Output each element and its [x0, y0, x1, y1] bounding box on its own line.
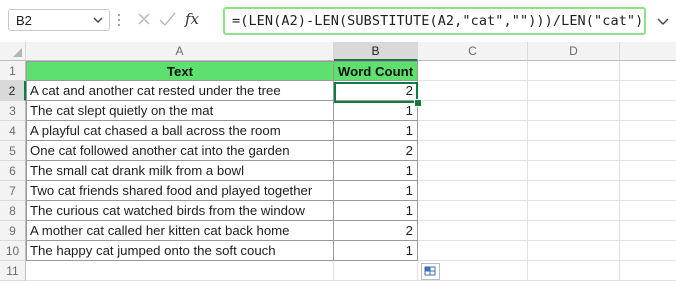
- row-header-2[interactable]: 2: [0, 81, 26, 101]
- name-box[interactable]: B2: [8, 9, 110, 31]
- formula-input[interactable]: =(LEN(A2)-LEN(SUBSTITUTE(A2,"cat","")))/…: [223, 7, 646, 35]
- column-header-b[interactable]: B: [334, 42, 418, 61]
- column-header-d[interactable]: D: [528, 42, 620, 61]
- quick-analysis-button[interactable]: [421, 263, 440, 280]
- row-header-7[interactable]: 7: [0, 181, 26, 201]
- empty-cell[interactable]: [620, 181, 676, 201]
- table-cell-word-count[interactable]: 1: [334, 101, 418, 121]
- empty-cell[interactable]: [620, 101, 676, 121]
- table-cell-text[interactable]: One cat followed another cat into the ga…: [26, 141, 334, 161]
- table-cell-word-count[interactable]: 2: [334, 81, 418, 101]
- formula-bar-grip-icon[interactable]: [118, 14, 121, 28]
- table-cell-word-count[interactable]: 1: [334, 121, 418, 141]
- worksheet-grid: A B C D 1 Text Word Count 2 A cat and anothe…: [0, 42, 676, 283]
- row-header-5[interactable]: 5: [0, 141, 26, 161]
- formula-bar-area: B2 fx =(LEN(A2)-LEN(SUBSTITUTE(A2,"cat",…: [0, 0, 676, 42]
- empty-cell[interactable]: [528, 261, 620, 281]
- table-header-text[interactable]: Text: [26, 61, 334, 81]
- checkmark-icon[interactable]: [157, 8, 179, 32]
- empty-cell[interactable]: [620, 261, 676, 281]
- empty-cell[interactable]: [528, 201, 620, 221]
- empty-cell[interactable]: [418, 81, 528, 101]
- empty-cell[interactable]: [620, 61, 676, 81]
- chevron-down-icon[interactable]: [93, 15, 103, 25]
- fill-handle[interactable]: [414, 99, 422, 107]
- table-header-word-count[interactable]: Word Count: [334, 61, 418, 81]
- empty-cell[interactable]: [528, 121, 620, 141]
- empty-cell[interactable]: [418, 61, 528, 81]
- formula-text: =(LEN(A2)-LEN(SUBSTITUTE(A2,"cat","")))/…: [232, 13, 644, 29]
- empty-cell[interactable]: [528, 161, 620, 181]
- row-header-1[interactable]: 1: [0, 61, 26, 81]
- empty-cell[interactable]: [418, 101, 528, 121]
- empty-cell[interactable]: [528, 141, 620, 161]
- close-icon[interactable]: [135, 8, 155, 32]
- table-cell-word-count[interactable]: 2: [334, 221, 418, 241]
- row-header-8[interactable]: 8: [0, 201, 26, 221]
- row-header-10[interactable]: 10: [0, 241, 26, 261]
- empty-cell[interactable]: [528, 101, 620, 121]
- table-cell-word-count[interactable]: 1: [334, 181, 418, 201]
- row-header-3[interactable]: 3: [0, 101, 26, 121]
- empty-cell[interactable]: [418, 121, 528, 141]
- quick-analysis-icon: [424, 266, 436, 276]
- empty-cell[interactable]: [528, 81, 620, 101]
- table-cell-text[interactable]: A cat and another cat rested under the t…: [26, 81, 334, 101]
- empty-cell[interactable]: [528, 181, 620, 201]
- table-cell-word-count[interactable]: 1: [334, 241, 418, 261]
- chevron-down-icon[interactable]: [656, 14, 670, 28]
- table-cell-text[interactable]: A mother cat called her kitten cat back …: [26, 221, 334, 241]
- table-cell-text[interactable]: The small cat drank milk from a bowl: [26, 161, 334, 181]
- name-box-value: B2: [16, 13, 32, 28]
- empty-cell[interactable]: [418, 141, 528, 161]
- row-header-9[interactable]: 9: [0, 221, 26, 241]
- empty-cell[interactable]: [620, 221, 676, 241]
- row-header-4[interactable]: 4: [0, 121, 26, 141]
- table-cell-text[interactable]: The curious cat watched birds from the w…: [26, 201, 334, 221]
- empty-cell[interactable]: [620, 201, 676, 221]
- table-cell-word-count[interactable]: 1: [334, 201, 418, 221]
- empty-cell[interactable]: [418, 161, 528, 181]
- table-cell-word-count[interactable]: 2: [334, 141, 418, 161]
- empty-cell[interactable]: [620, 241, 676, 261]
- empty-cell[interactable]: [334, 261, 418, 281]
- column-header-c[interactable]: C: [418, 42, 528, 61]
- column-header-e[interactable]: [620, 42, 676, 61]
- select-all-button[interactable]: [0, 42, 26, 61]
- empty-cell[interactable]: [418, 181, 528, 201]
- row-header-11[interactable]: 11: [0, 261, 26, 281]
- empty-cell[interactable]: [26, 261, 334, 281]
- column-header-a[interactable]: A: [26, 42, 334, 61]
- empty-cell[interactable]: [620, 121, 676, 141]
- table-cell-text[interactable]: The happy cat jumped onto the soft couch: [26, 241, 334, 261]
- empty-cell[interactable]: [620, 141, 676, 161]
- empty-cell[interactable]: [528, 61, 620, 81]
- empty-cell[interactable]: [620, 161, 676, 181]
- insert-function-button[interactable]: fx: [185, 8, 215, 32]
- table-cell-text[interactable]: Two cat friends shared food and played t…: [26, 181, 334, 201]
- table-cell-text[interactable]: A playful cat chased a ball across the r…: [26, 121, 334, 141]
- empty-cell[interactable]: [528, 241, 620, 261]
- empty-cell[interactable]: [418, 241, 528, 261]
- empty-cell[interactable]: [418, 201, 528, 221]
- empty-cell[interactable]: [528, 221, 620, 241]
- table-cell-word-count[interactable]: 1: [334, 161, 418, 181]
- table-cell-text[interactable]: The cat slept quietly on the mat: [26, 101, 334, 121]
- empty-cell[interactable]: [418, 221, 528, 241]
- row-header-6[interactable]: 6: [0, 161, 26, 181]
- empty-cell[interactable]: [620, 81, 676, 101]
